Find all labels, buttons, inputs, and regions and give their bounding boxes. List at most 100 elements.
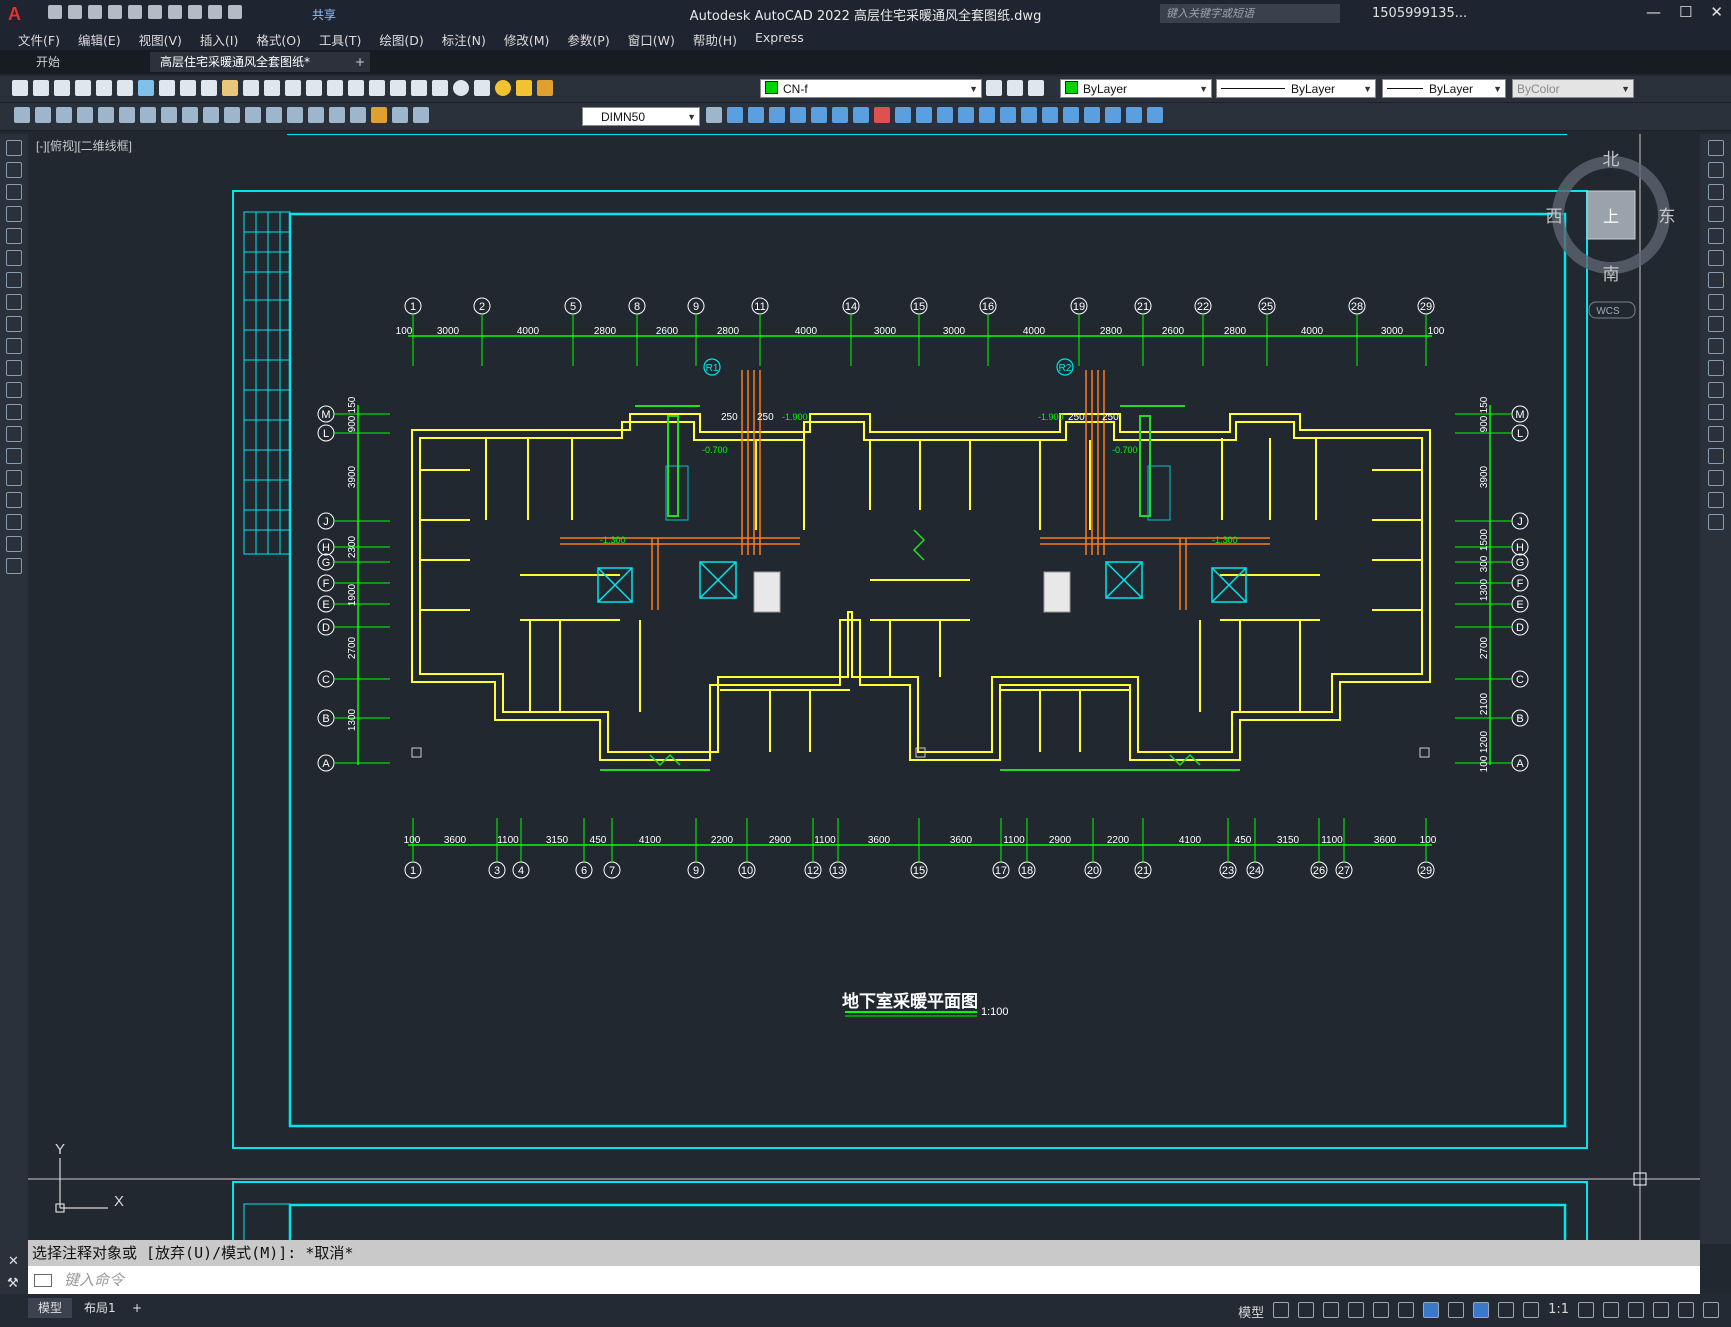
- object-snap-icon[interactable]: [1423, 1302, 1440, 1318]
- menu-tools[interactable]: 工具(T): [319, 30, 361, 49]
- point-icon[interactable]: [6, 426, 22, 442]
- menu-edit[interactable]: 编辑(E): [78, 30, 121, 49]
- search-input[interactable]: 键入关键字或短语: [1160, 4, 1340, 23]
- save-as-icon[interactable]: [108, 5, 122, 19]
- erase-icon[interactable]: [1707, 140, 1724, 156]
- new-icon[interactable]: [12, 80, 28, 96]
- revision-cloud-icon[interactable]: [6, 294, 22, 310]
- erase-icon[interactable]: [874, 107, 890, 123]
- layer-states-icon[interactable]: [1028, 80, 1044, 96]
- copy-icon[interactable]: [180, 80, 196, 96]
- menu-draw[interactable]: 绘图(D): [379, 30, 423, 49]
- help-icon[interactable]: [453, 80, 469, 96]
- save-icon[interactable]: [88, 5, 102, 19]
- publish-icon[interactable]: [117, 80, 133, 96]
- clean-screen-icon[interactable]: [1678, 1302, 1694, 1318]
- minimize-button[interactable]: —: [1646, 3, 1661, 21]
- preview-icon[interactable]: [96, 80, 112, 96]
- viewcube-top[interactable]: 上: [1603, 208, 1619, 226]
- layer-select[interactable]: CN-f ▼: [760, 79, 982, 98]
- new-icon[interactable]: [48, 5, 62, 19]
- gear-icon[interactable]: [1578, 1302, 1594, 1318]
- chamfer-icon[interactable]: [1000, 107, 1016, 123]
- join-icon[interactable]: [1707, 426, 1724, 442]
- dim-diameter-icon[interactable]: [140, 107, 156, 123]
- make-block-icon[interactable]: [6, 404, 22, 420]
- ungroup-icon[interactable]: [1126, 107, 1142, 123]
- viewcube-east[interactable]: 东: [1659, 207, 1676, 226]
- wcs-label[interactable]: WCS: [1596, 306, 1620, 317]
- dim-text-edit-icon[interactable]: [392, 107, 408, 123]
- dim-jogged-icon[interactable]: [119, 107, 135, 123]
- dim-linear-icon[interactable]: [14, 107, 30, 123]
- zoom-previous-icon[interactable]: [327, 80, 343, 96]
- save-icon[interactable]: [54, 80, 70, 96]
- dim-arc-icon[interactable]: [56, 107, 72, 123]
- color-select[interactable]: ByLayer ▼: [1060, 79, 1212, 98]
- annotation-scale-icon[interactable]: [1523, 1302, 1540, 1318]
- close-button[interactable]: ✕: [1710, 3, 1723, 21]
- mirror-icon[interactable]: [1707, 184, 1724, 200]
- extend-icon[interactable]: [937, 107, 953, 123]
- auto-scale-icon[interactable]: [1498, 1302, 1515, 1318]
- menu-insert[interactable]: 插入(I): [200, 30, 238, 49]
- circle-icon[interactable]: [6, 272, 22, 288]
- stretch-icon[interactable]: [895, 107, 911, 123]
- chamfer-icon[interactable]: [1707, 448, 1724, 464]
- linetype-select[interactable]: ByLayer ▼: [1216, 79, 1376, 98]
- mirror-icon[interactable]: [748, 107, 764, 123]
- menu-help[interactable]: 帮助(H): [693, 30, 737, 49]
- 3d-print-icon[interactable]: [138, 80, 154, 96]
- hatch-icon[interactable]: [6, 448, 22, 464]
- calculator-icon[interactable]: [432, 80, 448, 96]
- move-icon[interactable]: [1707, 250, 1724, 266]
- explode-icon[interactable]: [1707, 514, 1724, 530]
- tab-drawing[interactable]: 高层住宅采暖通风全套图纸*: [150, 52, 370, 72]
- mtext-icon[interactable]: [6, 536, 22, 552]
- dim-update-icon[interactable]: [413, 107, 429, 123]
- autocad-logo-icon[interactable]: A: [8, 4, 21, 25]
- insert-block-icon[interactable]: [6, 382, 22, 398]
- trim-icon[interactable]: [916, 107, 932, 123]
- ellipse-icon[interactable]: [6, 338, 22, 354]
- explode-icon[interactable]: [1042, 107, 1058, 123]
- break-at-point-icon[interactable]: [1707, 382, 1724, 398]
- annotation-scale-value[interactable]: 1:1: [1548, 1302, 1569, 1321]
- sheet-set-icon[interactable]: [411, 80, 427, 96]
- command-line-handle[interactable]: ✕ ⚒: [0, 1240, 28, 1294]
- table-icon[interactable]: [6, 514, 22, 530]
- trim-icon[interactable]: [1707, 338, 1724, 354]
- layer-lock-icon[interactable]: [537, 80, 553, 96]
- lineweight-select[interactable]: ByLayer ▼: [1382, 79, 1506, 98]
- design-center-icon[interactable]: [369, 80, 385, 96]
- add-selected-icon[interactable]: [6, 558, 22, 574]
- menu-modify[interactable]: 修改(M): [504, 30, 550, 49]
- properties-icon[interactable]: [348, 80, 364, 96]
- undo-icon[interactable]: [188, 5, 202, 19]
- dim-style-icon[interactable]: [706, 107, 722, 123]
- menu-express[interactable]: Express: [755, 30, 804, 49]
- hamburger-menu-icon[interactable]: [1703, 1302, 1719, 1318]
- plot-icon[interactable]: [168, 5, 182, 19]
- arc-icon[interactable]: [6, 250, 22, 266]
- offset-icon[interactable]: [1707, 206, 1724, 222]
- break-icon[interactable]: [958, 107, 974, 123]
- dim-continue-icon[interactable]: [224, 107, 240, 123]
- gradient-icon[interactable]: [6, 470, 22, 486]
- snap-icon[interactable]: [1298, 1302, 1315, 1318]
- scale-icon[interactable]: [1707, 294, 1724, 310]
- plotstyle-select[interactable]: ByColor ▼: [1512, 79, 1634, 98]
- match-properties-icon[interactable]: [222, 80, 238, 96]
- fillet-icon[interactable]: [1021, 107, 1037, 123]
- region-icon[interactable]: [6, 492, 22, 508]
- insert-block-icon[interactable]: [1084, 107, 1100, 123]
- rotate-icon[interactable]: [1707, 272, 1724, 288]
- user-account[interactable]: 1505999135...: [1372, 6, 1467, 21]
- redo-icon[interactable]: [208, 5, 222, 19]
- construction-line-icon[interactable]: [6, 162, 22, 178]
- offset-icon[interactable]: [769, 107, 785, 123]
- menu-file[interactable]: 文件(F): [18, 30, 60, 49]
- ellipse-arc-icon[interactable]: [6, 360, 22, 376]
- tab-layout1[interactable]: 布局1: [74, 1298, 126, 1318]
- rotate-icon[interactable]: [832, 107, 848, 123]
